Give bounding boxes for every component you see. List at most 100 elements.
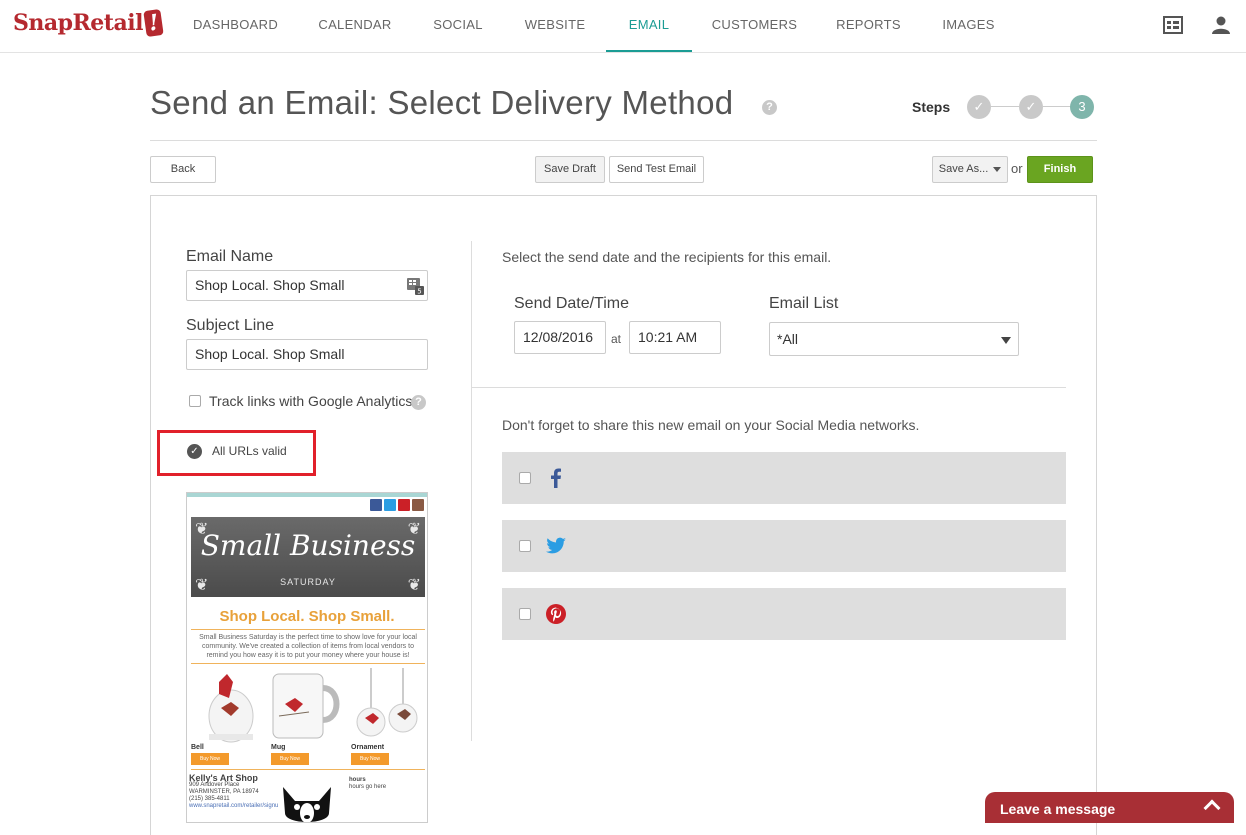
email-preview[interactable]: ❦ ❦ ❦ ❦ Small Business SATURDAY Shop Loc… <box>186 492 428 823</box>
nav-customers[interactable]: CUSTOMERS <box>705 0 804 52</box>
help-icon[interactable]: ? <box>762 100 777 115</box>
header-divider <box>150 140 1097 141</box>
logo-text: SnapRetail <box>13 10 143 36</box>
hours-label: hours <box>349 777 366 783</box>
email-list-label: Email List <box>769 295 839 312</box>
save-as-dropdown[interactable]: Save As... <box>932 156 1008 183</box>
hours-info: hours hours go here <box>349 777 386 791</box>
instagram-icon <box>412 499 424 511</box>
shop-url: www.snapretail.com/retailer/signu <box>189 803 279 809</box>
check-circle-icon: ✓ <box>187 444 202 459</box>
share-pinterest-checkbox[interactable] <box>519 608 531 620</box>
share-row-facebook[interactable] <box>502 452 1066 504</box>
calendar-grid-icon[interactable] <box>1162 14 1184 36</box>
preview-top-bar <box>187 493 427 497</box>
send-date-label: Send Date/Time <box>514 295 630 312</box>
share-row-twitter[interactable] <box>502 520 1066 572</box>
step-2-done-icon: ✓ <box>1019 95 1043 119</box>
step-connector <box>1043 106 1071 107</box>
banner-title: Small Business <box>200 529 416 562</box>
twitter-icon <box>384 499 396 511</box>
ornament-product-image <box>356 668 418 737</box>
buy-now-button: Buy Now <box>271 753 309 765</box>
facebook-icon <box>551 468 561 488</box>
send-time-input[interactable]: 10:21 AM <box>629 321 721 354</box>
save-as-label: Save As... <box>938 163 989 175</box>
nav-email[interactable]: EMAIL <box>606 0 692 52</box>
top-navigation: SnapRetail! DASHBOARD CALENDAR SOCIAL WE… <box>0 0 1246 53</box>
twitter-icon <box>546 537 566 554</box>
leave-message-widget[interactable]: Leave a message <box>985 792 1234 823</box>
pinterest-icon <box>546 604 566 624</box>
finish-button[interactable]: Finish <box>1027 156 1093 183</box>
shop-phone: (215) 385-4811 <box>189 796 230 802</box>
merge-tag-icon[interactable]: 5 <box>406 277 424 295</box>
share-twitter-checkbox[interactable] <box>519 540 531 552</box>
step-1-done-icon: ✓ <box>967 95 991 119</box>
chevron-down-icon <box>993 166 1002 172</box>
snapretail-logo[interactable]: SnapRetail! <box>13 8 164 38</box>
nav-social[interactable]: SOCIAL <box>424 0 492 52</box>
user-icon[interactable] <box>1210 14 1232 36</box>
chevron-up-icon <box>1203 799 1221 817</box>
nav-website[interactable]: WEBSITE <box>516 0 594 52</box>
facebook-icon <box>370 499 382 511</box>
shop-address-line: 909 Andover Place <box>189 782 240 788</box>
preview-rule <box>191 663 425 664</box>
chat-label: Leave a message <box>1000 801 1116 817</box>
email-list-select[interactable]: *All <box>769 322 1019 356</box>
analytics-help-icon[interactable]: ? <box>411 395 426 410</box>
at-text: at <box>611 332 622 346</box>
preview-social-icons <box>370 499 424 511</box>
banner-subtitle: SATURDAY <box>280 577 336 587</box>
track-links-checkbox[interactable] <box>189 395 201 407</box>
email-list-selected: *All <box>777 331 799 347</box>
preview-rule <box>191 629 425 630</box>
step-connector <box>991 106 1019 107</box>
share-reminder-text: Don't forget to share this new email on … <box>502 417 920 433</box>
email-name-label: Email Name <box>186 248 274 265</box>
product-name: Ornament <box>351 744 385 751</box>
svg-text:5: 5 <box>417 288 421 296</box>
buy-now-button: Buy Now <box>351 753 389 765</box>
subject-line-label: Subject Line <box>186 317 275 334</box>
dog-illustration <box>283 787 331 822</box>
shop-name: Kelly's Art Shop <box>189 773 258 783</box>
mug-product-image <box>272 673 340 739</box>
email-name-input[interactable]: Shop Local. Shop Small <box>186 270 428 301</box>
logo-mark: ! <box>143 8 164 38</box>
buy-now-button: Buy Now <box>191 753 229 765</box>
back-button[interactable]: Back <box>150 156 216 183</box>
pinterest-icon <box>398 499 410 511</box>
share-facebook-checkbox[interactable] <box>519 472 531 484</box>
nav-calendar[interactable]: CALENDAR <box>310 0 400 52</box>
steps-label: Steps <box>912 99 951 115</box>
nav-images[interactable]: IMAGES <box>933 0 1004 52</box>
preview-banner: ❦ ❦ ❦ ❦ Small Business SATURDAY <box>191 517 425 597</box>
shop-address-line: WARMINSTER, PA 18974 <box>189 789 259 795</box>
shop-info: Kelly's Art Shop 909 Andover Place WARMI… <box>189 773 279 810</box>
product-name: Mug <box>271 744 286 751</box>
hours-value: hours go here <box>349 784 387 790</box>
nav-dashboard[interactable]: DASHBOARD <box>187 0 284 52</box>
save-draft-button[interactable]: Save Draft <box>535 156 605 183</box>
dropdown-arrow-icon <box>1001 337 1011 344</box>
share-row-pinterest[interactable] <box>502 588 1066 640</box>
subject-line-input[interactable]: Shop Local. Shop Small <box>186 339 428 370</box>
product-name: Bell <box>191 744 204 751</box>
send-date-input[interactable]: 12/08/2016 <box>514 321 606 354</box>
step-3-current: 3 <box>1070 95 1094 119</box>
bell-product-image <box>208 674 254 743</box>
url-status-text: All URLs valid <box>212 444 287 458</box>
preview-rule <box>191 769 425 770</box>
preview-blurb: Small Business Saturday is the perfect t… <box>199 634 417 659</box>
section-divider <box>472 387 1066 388</box>
or-text: or <box>1011 161 1023 176</box>
column-divider <box>471 241 472 741</box>
delivery-intro-text: Select the send date and the recipients … <box>502 249 832 265</box>
nav-reports[interactable]: REPORTS <box>828 0 909 52</box>
preview-headline: Shop Local. Shop Small. <box>219 608 395 625</box>
page-title: Send an Email: Select Delivery Method <box>150 84 734 121</box>
send-test-email-button[interactable]: Send Test Email <box>609 156 704 183</box>
track-links-label: Track links with Google Analytics <box>209 393 413 409</box>
